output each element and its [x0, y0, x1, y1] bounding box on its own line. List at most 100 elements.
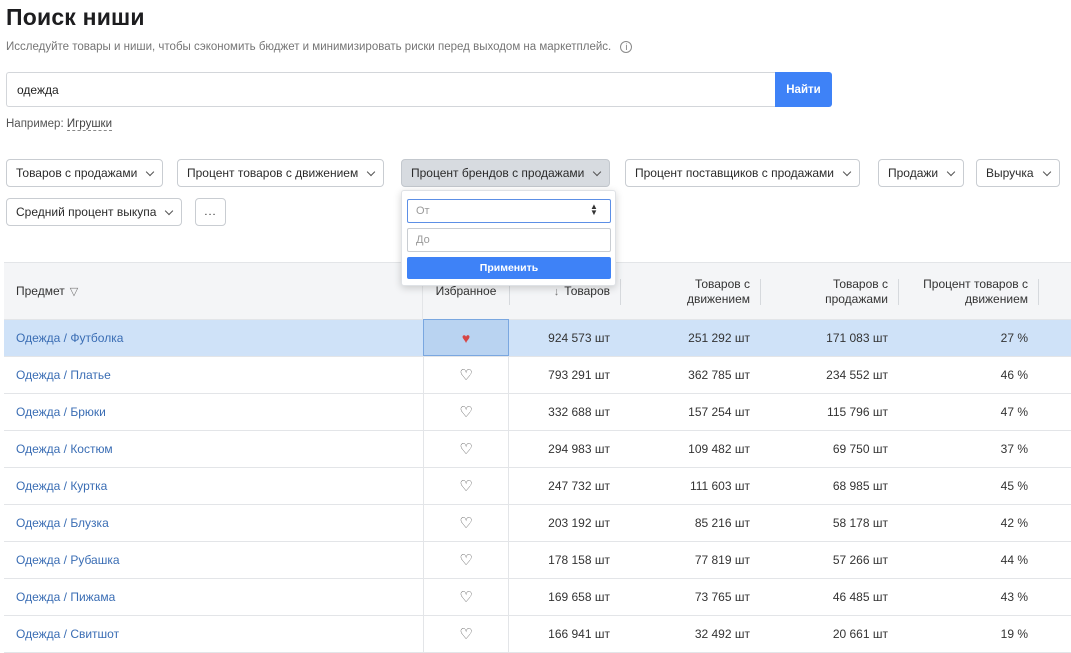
movement-percent: 43 % — [1000, 590, 1028, 604]
heart-outline-icon[interactable]: ♡ — [459, 366, 472, 384]
movement-percent: 42 % — [1000, 516, 1028, 530]
movement-percent: 45 % — [1000, 479, 1028, 493]
chevron-down-icon — [593, 167, 602, 176]
movement-percent: 46 % — [1000, 368, 1028, 382]
movement-count: 251 292 шт — [688, 331, 750, 345]
filter-label: Выручка — [986, 166, 1034, 180]
header-percent-movement[interactable]: Процент товаров с движением — [908, 263, 1028, 320]
favorite-toggle[interactable]: ♡ — [423, 505, 509, 541]
header-with-movement-label: Товаров с движением — [686, 276, 750, 306]
table-row[interactable]: Одежда / Куртка ♡ 247 732 шт 111 603 шт 68 9… — [4, 468, 1071, 505]
chevron-down-icon — [1042, 167, 1051, 176]
heart-outline-icon[interactable]: ♡ — [459, 551, 472, 569]
movement-percent: 47 % — [1000, 405, 1028, 419]
column-divider — [898, 279, 899, 305]
favorite-toggle[interactable]: ♡ — [423, 431, 509, 467]
header-with-sales[interactable]: Товаров с продажами — [784, 263, 888, 320]
favorite-toggle[interactable]: ♡ — [423, 542, 509, 578]
heart-outline-icon[interactable]: ♡ — [459, 477, 472, 495]
subject-link[interactable]: Одежда / Костюм — [16, 431, 113, 467]
table-row[interactable]: Одежда / Пижама ♡ 169 658 шт 73 765 шт 46 48… — [4, 579, 1071, 616]
table-row[interactable]: Одежда / Платье ♡ 793 291 шт 362 785 шт 234 … — [4, 357, 1071, 394]
sales-count: 20 661 шт — [832, 627, 888, 641]
heart-outline-icon[interactable]: ♡ — [459, 514, 472, 532]
favorite-toggle[interactable]: ♡ — [423, 616, 509, 652]
example-prefix: Например: — [6, 118, 64, 130]
subject-link[interactable]: Одежда / Брюки — [16, 394, 106, 430]
sort-down-icon: ↓ — [553, 285, 560, 298]
sales-count: 58 178 шт — [832, 516, 888, 530]
header-percent-movement-label: Процент товаров с движением — [923, 276, 1028, 306]
heart-outline-icon[interactable]: ♡ — [459, 440, 472, 458]
subject-link[interactable]: Одежда / Футболка — [16, 320, 123, 356]
favorite-toggle[interactable]: ♡ — [423, 468, 509, 504]
products-count: 166 941 шт — [548, 627, 610, 641]
table-row[interactable]: Одежда / Костюм ♡ 294 983 шт 109 482 шт 69 7… — [4, 431, 1071, 468]
favorite-toggle[interactable]: ♡ — [423, 579, 509, 615]
favorite-toggle[interactable]: ♡ — [423, 394, 509, 430]
filter-sales[interactable]: Продажи — [878, 159, 965, 187]
header-subject[interactable]: Предмет ▽ — [16, 263, 78, 320]
filter-percent-suppliers-sales[interactable]: Процент поставщиков с продажами — [625, 159, 861, 187]
movement-percent: 37 % — [1000, 442, 1028, 456]
products-count: 294 983 шт — [548, 442, 610, 456]
subject-link[interactable]: Одежда / Свитшот — [16, 616, 119, 652]
sales-count: 234 552 шт — [826, 368, 888, 382]
filter-percent-brands-sales[interactable]: Процент брендов с продажами — [401, 159, 611, 187]
chevron-down-icon — [842, 167, 852, 176]
table-row[interactable]: Одежда / Брюки ♡ 332 688 шт 157 254 шт 115 7… — [4, 394, 1071, 431]
favorite-toggle[interactable]: ♥ — [423, 319, 509, 356]
products-count: 332 688 шт — [548, 405, 610, 419]
to-input[interactable] — [407, 228, 611, 252]
products-count: 169 658 шт — [548, 590, 610, 604]
from-input[interactable] — [407, 199, 611, 223]
chevron-down-icon — [146, 167, 155, 176]
apply-button[interactable]: Применить — [407, 257, 611, 279]
table-row[interactable]: Одежда / Свитшот ♡ 166 941 шт 32 492 шт 20 6… — [4, 616, 1071, 653]
heart-outline-icon[interactable]: ♡ — [459, 588, 472, 606]
header-products-label: Товаров — [564, 284, 610, 298]
table-row[interactable]: Одежда / Рубашка ♡ 178 158 шт 77 819 шт 57 2… — [4, 542, 1071, 579]
filter-revenue[interactable]: Выручка — [976, 159, 1060, 187]
filter-percent-products-movement[interactable]: Процент товаров с движением — [177, 159, 385, 187]
filter-products-with-sales[interactable]: Товаров с продажами — [6, 159, 164, 187]
more-filters-button[interactable]: ... — [195, 198, 226, 226]
example-link[interactable]: Игрушки — [66, 118, 113, 131]
movement-count: 73 765 шт — [694, 590, 750, 604]
chevron-down-icon — [165, 206, 174, 215]
products-count: 924 573 шт — [548, 331, 610, 345]
sales-count: 68 985 шт — [832, 479, 888, 493]
header-with-movement[interactable]: Товаров с движением — [644, 263, 750, 320]
subject-link[interactable]: Одежда / Платье — [16, 357, 111, 393]
spinner-icon[interactable]: ▲ ▼ — [590, 203, 598, 217]
movement-count: 85 216 шт — [694, 516, 750, 530]
subject-link[interactable]: Одежда / Пижама — [16, 579, 115, 615]
search-button[interactable]: Найти — [775, 72, 832, 107]
movement-percent: 19 % — [1000, 627, 1028, 641]
movement-count: 157 254 шт — [688, 405, 750, 419]
favorite-toggle[interactable]: ♡ — [423, 357, 509, 393]
movement-count: 111 603 шт — [689, 479, 750, 493]
info-icon[interactable]: i — [620, 41, 633, 53]
products-count: 247 732 шт — [548, 479, 610, 493]
search-input[interactable] — [6, 72, 775, 107]
heart-outline-icon[interactable]: ♡ — [459, 403, 472, 421]
heart-filled-icon[interactable]: ♥ — [462, 330, 470, 346]
subject-link[interactable]: Одежда / Рубашка — [16, 542, 120, 578]
chevron-down-icon — [946, 167, 956, 176]
table-row[interactable]: Одежда / Блузка ♡ 203 192 шт 85 216 шт 58 17… — [4, 505, 1071, 542]
subtitle-text: Исследуйте товары и ниши, чтобы сэкономи… — [6, 41, 612, 53]
filter-avg-buyout[interactable]: Средний процент выкупа — [6, 198, 183, 226]
search-example: Например: Игрушки — [6, 118, 113, 131]
filter-icon[interactable]: ▽ — [70, 285, 78, 298]
products-count: 178 158 шт — [548, 553, 610, 567]
subject-link[interactable]: Одежда / Блузка — [16, 505, 109, 541]
sales-count: 171 083 шт — [826, 331, 888, 345]
sales-count: 69 750 шт — [832, 442, 888, 456]
subject-link[interactable]: Одежда / Куртка — [16, 468, 107, 504]
filter-label: Товаров с продажами — [16, 166, 138, 180]
column-divider — [1038, 279, 1039, 305]
heart-outline-icon[interactable]: ♡ — [459, 625, 472, 643]
table-row[interactable]: Одежда / Футболка ♥ 924 573 шт 251 292 шт 17… — [4, 319, 1071, 357]
movement-count: 109 482 шт — [688, 442, 750, 456]
